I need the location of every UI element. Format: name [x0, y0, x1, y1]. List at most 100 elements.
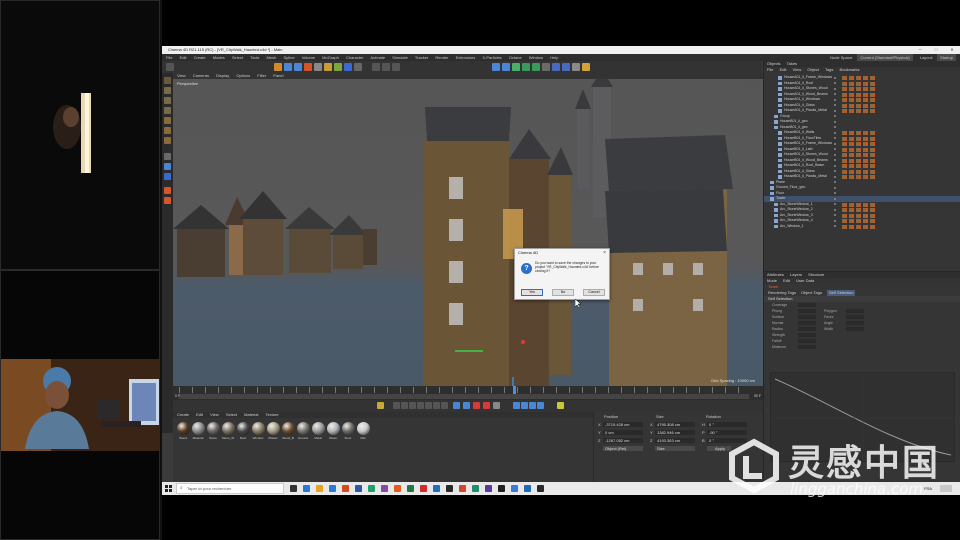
rotate-icon[interactable]	[304, 63, 312, 71]
material-menu-create[interactable]: Create	[177, 412, 189, 417]
menu-volume[interactable]: Volume	[302, 55, 315, 60]
visibility-dot-icon[interactable]	[834, 214, 836, 216]
object-tags[interactable]	[842, 136, 876, 141]
size-y-field[interactable]: 1382.946 cm	[655, 430, 695, 435]
texture-mode-icon[interactable]	[164, 97, 171, 104]
menu-character[interactable]: Character	[346, 55, 364, 60]
visibility-dot-icon[interactable]	[834, 175, 836, 178]
menu-modes[interactable]: Modes	[213, 55, 225, 60]
light-icon[interactable]	[572, 63, 580, 71]
taskbar-app-icon[interactable]	[511, 485, 518, 492]
model-mode-icon[interactable]	[164, 87, 171, 94]
size-x-field[interactable]: 4795.308 cm	[655, 422, 695, 427]
visibility-dot-icon[interactable]	[834, 164, 836, 167]
viewport-menu-display[interactable]: Display	[216, 73, 229, 78]
tab-objects[interactable]: Objects	[767, 61, 781, 66]
field-icon[interactable]	[542, 63, 550, 71]
polygons-mode-icon[interactable]	[164, 137, 171, 144]
taskbar-app-icon[interactable]	[303, 485, 310, 492]
z-axis-icon[interactable]	[344, 63, 352, 71]
visibility-dot-icon[interactable]	[834, 115, 836, 117]
go-to-end-icon[interactable]	[441, 402, 448, 409]
pen-icon[interactable]	[502, 63, 510, 71]
visibility-dot-icon[interactable]	[834, 186, 836, 189]
attribute-field[interactable]	[846, 327, 864, 331]
taskbar-app-icon[interactable]	[420, 485, 427, 492]
material-swatch[interactable]	[282, 422, 295, 435]
object-tags[interactable]	[842, 158, 876, 163]
object-tags[interactable]	[842, 164, 876, 168]
om-menu-edit[interactable]: Edit	[780, 67, 787, 72]
taskbar-app-icon[interactable]	[342, 485, 349, 492]
scale-icon[interactable]	[294, 63, 302, 71]
visibility-dot-icon[interactable]	[834, 159, 836, 161]
recent-tools-icon[interactable]	[314, 63, 322, 71]
material-menu-select[interactable]: Select	[226, 412, 237, 417]
viewport-menu-cameras[interactable]: Cameras	[193, 73, 209, 78]
edges-mode-icon[interactable]	[164, 127, 171, 134]
next-key-icon[interactable]	[433, 402, 440, 409]
taskbar-app-icon[interactable]	[355, 485, 362, 492]
undo-icon[interactable]	[166, 63, 174, 71]
material-swatch[interactable]	[222, 422, 235, 435]
object-tags[interactable]	[842, 175, 876, 179]
attribute-subtab[interactable]: Object Tags	[801, 290, 822, 296]
taskbar-app-icon[interactable]	[524, 485, 531, 492]
visibility-dot-icon[interactable]	[834, 203, 836, 205]
position-y-field[interactable]: 0 cm	[603, 430, 643, 435]
solo-icon[interactable]	[164, 187, 171, 194]
live-selection-icon[interactable]	[274, 63, 282, 71]
taskbar-app-icon[interactable]	[290, 485, 297, 492]
taskbar-app-icon[interactable]	[485, 485, 492, 492]
camera-icon[interactable]	[562, 63, 570, 71]
visibility-dot-icon[interactable]	[834, 109, 836, 112]
tab-attributes[interactable]: Attributes	[767, 272, 784, 277]
taskbar-search-input[interactable]: ⌕ Taper ici pour rechercher	[176, 483, 284, 494]
subdivision-icon[interactable]	[512, 63, 520, 71]
attr-menu-mode[interactable]: Mode	[767, 278, 777, 283]
deformer-icon[interactable]	[532, 63, 540, 71]
visibility-dot-icon[interactable]	[834, 76, 836, 79]
object-tags[interactable]	[842, 76, 876, 80]
workplane-icon[interactable]	[164, 107, 171, 114]
taskbar-app-icon[interactable]	[381, 485, 388, 492]
menu-select[interactable]: Select	[232, 55, 243, 60]
make-editable-icon[interactable]	[164, 77, 171, 84]
render-picture-viewer-icon[interactable]	[382, 63, 390, 71]
object-tags[interactable]	[842, 131, 876, 135]
menu-xparticles[interactable]: X-Particles	[482, 55, 501, 60]
menu-mesh[interactable]: Mesh	[267, 55, 277, 60]
scheme-icon[interactable]	[557, 402, 564, 409]
tweak-icon[interactable]	[164, 163, 171, 170]
timeline-range[interactable]	[179, 394, 749, 399]
rotation-key-icon[interactable]	[529, 402, 536, 409]
attribute-field[interactable]	[846, 315, 864, 319]
object-tags[interactable]	[842, 169, 876, 174]
x-axis-icon[interactable]	[324, 63, 332, 71]
close-window-icon[interactable]: ✕	[944, 46, 960, 54]
layout-dropdown[interactable]: Startup	[937, 54, 956, 61]
go-to-start-icon[interactable]	[393, 402, 400, 409]
material-swatch[interactable]	[177, 422, 190, 435]
next-frame-icon[interactable]	[425, 402, 432, 409]
object-tags[interactable]	[842, 213, 876, 218]
taskbar-app-icon[interactable]	[316, 485, 323, 492]
node-space-dropdown[interactable]: Current (Standard/Physical)	[857, 54, 913, 61]
coordinate-system-icon[interactable]	[354, 63, 362, 71]
tab-takes[interactable]: Takes	[787, 61, 797, 66]
object-tags[interactable]	[842, 142, 876, 146]
maximize-icon[interactable]: □	[928, 46, 944, 54]
timeline[interactable]: 0 F 90 F	[173, 386, 763, 400]
attribute-field[interactable]	[798, 303, 816, 307]
keyframe-selection-icon[interactable]	[493, 402, 500, 409]
material-menu-edit[interactable]: Edit	[196, 412, 203, 417]
cancel-button[interactable]: Cancel	[583, 289, 605, 296]
attribute-field[interactable]	[798, 309, 816, 313]
points-mode-icon[interactable]	[164, 117, 171, 124]
object-tags[interactable]	[842, 202, 876, 207]
taskbar-app-icon[interactable]	[407, 485, 414, 492]
menu-extensions[interactable]: Extensions	[456, 55, 476, 60]
object-tags[interactable]	[842, 81, 876, 86]
play-icon[interactable]	[417, 402, 424, 409]
position-z-field[interactable]: -1267.052 cm	[603, 438, 643, 443]
